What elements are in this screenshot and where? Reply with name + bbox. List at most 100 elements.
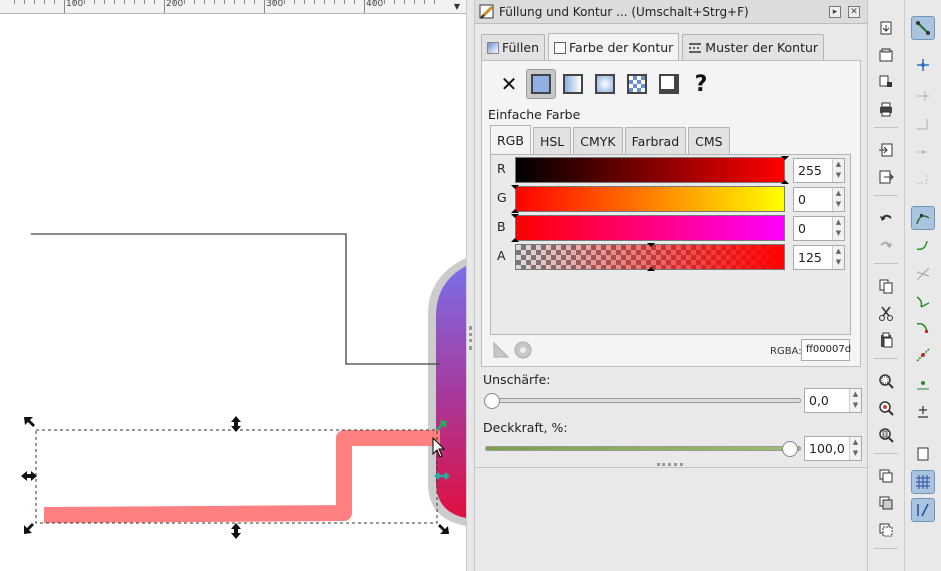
snap-rotation-center-icon[interactable] [911, 399, 935, 423]
import-icon[interactable] [874, 16, 898, 40]
tab-farbrad[interactable]: Farbrad [624, 127, 687, 154]
tab-stroke-style[interactable]: Muster der Kontur [682, 34, 825, 60]
g-slider[interactable] [515, 186, 785, 212]
dock-resize-handle[interactable] [466, 0, 474, 571]
snap-paths-icon[interactable] [911, 233, 935, 257]
ruler-tick [164, 0, 165, 13]
rgba-label: RGBA: [770, 346, 802, 357]
panel-separator[interactable] [475, 463, 868, 471]
blur-slider-knob[interactable] [484, 393, 500, 409]
snap-bbox-icon[interactable] [911, 53, 935, 77]
tab-hsl[interactable]: HSL [532, 127, 572, 154]
ruler-tick [264, 0, 265, 13]
zoom-selection-icon[interactable] [874, 369, 898, 393]
gradient-shape[interactable] [436, 266, 466, 518]
opacity-slider[interactable] [485, 446, 801, 451]
snap-page-border-icon[interactable] [911, 442, 935, 466]
zoom-drawing-icon[interactable] [874, 396, 898, 420]
print-icon[interactable] [874, 97, 898, 121]
snap-guides-icon[interactable] [911, 498, 935, 522]
slider-row-a: A 125 ▲ ▼ [497, 243, 847, 271]
r-slider[interactable] [515, 157, 785, 183]
tab-stroke-paint-label: Farbe der Kontur [569, 40, 674, 55]
snap-intersection-icon[interactable] [911, 262, 935, 286]
paint-pattern-button[interactable] [622, 69, 652, 99]
unlink-clone-icon[interactable] [874, 518, 898, 542]
r-slider-marker-bottom [781, 180, 789, 184]
tab-cmyk[interactable]: CMYK [573, 127, 623, 154]
zoom-page-icon[interactable] [874, 423, 898, 447]
fill-icon [487, 41, 499, 54]
selected-red-path[interactable] [43, 430, 440, 523]
snap-bar [905, 0, 941, 571]
resize-handle-s-icon [231, 523, 241, 539]
color-managed-icon[interactable] [514, 341, 532, 359]
opacity-label: Deckkraft, %: [483, 420, 568, 435]
paste-icon[interactable] [874, 328, 898, 352]
resize-handle-w-icon [21, 471, 37, 481]
black-path[interactable] [31, 233, 440, 365]
close-icon[interactable]: ✕ [848, 5, 860, 18]
snap-smooth-icon[interactable] [911, 316, 935, 340]
g-value-input[interactable]: 0 ▲ ▼ [793, 187, 845, 212]
opacity-slider-knob[interactable] [782, 441, 798, 457]
duplicate-icon[interactable] [874, 464, 898, 488]
paint-linear-button[interactable] [558, 69, 588, 99]
dialog-titlebar: Füllung und Kontur ... (Umschalt+Strg+F)… [475, 0, 867, 24]
channel-label-b: B [497, 219, 506, 234]
rgba-input[interactable]: ff00007d [801, 339, 851, 361]
snap-object-center-icon[interactable] [911, 371, 935, 395]
tab-cms[interactable]: CMS [688, 127, 730, 154]
import-file-icon[interactable] [874, 138, 898, 162]
paint-flat-button[interactable] [526, 69, 556, 99]
a-slider-marker-bottom [647, 267, 655, 271]
export-icon[interactable] [874, 165, 898, 189]
paint-swatch-button[interactable] [654, 69, 684, 99]
undo-icon[interactable] [874, 206, 898, 230]
drawing-canvas[interactable] [0, 14, 466, 571]
b-value-input[interactable]: 0 ▲ ▼ [793, 216, 845, 241]
tab-stroke-paint[interactable]: Farbe der Kontur [548, 33, 680, 61]
r-value-input[interactable]: 255 ▲ ▼ [793, 158, 845, 183]
snap-bbox-corner-icon[interactable] [911, 113, 935, 137]
snap-bbox-edge-icon[interactable] [911, 84, 935, 108]
r-slider-marker-top [781, 156, 789, 160]
a-value-input[interactable]: 125 ▲ ▼ [793, 245, 845, 270]
g-slider-marker-bottom [511, 209, 519, 213]
copy-icon[interactable] [874, 274, 898, 298]
tab-fill-label: Füllen [502, 40, 539, 55]
channel-label-r: R [497, 161, 506, 176]
tab-rgb[interactable]: RGB [490, 125, 531, 154]
print-preview-icon[interactable] [874, 70, 898, 94]
b-slider[interactable] [515, 215, 785, 241]
paint-radial-button[interactable] [590, 69, 620, 99]
ruler-arrow-icon: ▼ [453, 2, 460, 11]
blur-slider[interactable] [485, 398, 801, 403]
fill-stroke-icon [479, 4, 494, 19]
redo-icon[interactable] [874, 233, 898, 257]
radial-gradient-icon [595, 74, 615, 94]
open-recent-icon[interactable] [874, 43, 898, 67]
cut-icon[interactable] [874, 301, 898, 325]
resize-handle-sw-icon [24, 523, 34, 534]
snap-bbox-midpoint-icon[interactable] [911, 140, 935, 164]
snap-nodes-icon[interactable] [911, 206, 935, 230]
paint-unset-button[interactable]: ? [686, 69, 716, 99]
g-slider-marker-top [511, 185, 519, 189]
snap-midpoints-icon[interactable] [911, 343, 935, 367]
stroke-paint-content: ✕ ? Einfache Farbe RGB HSL CMYK Farbrad … [481, 60, 861, 367]
blur-value-input[interactable]: 0,0 ▲ ▼ [804, 388, 862, 413]
dock-toggle-icon[interactable]: ▸ [829, 5, 841, 18]
unset-icon: ? [694, 71, 708, 97]
snap-bbox-center-icon[interactable] [911, 167, 935, 191]
fill-stroke-dialog: Füllung und Kontur ... (Umschalt+Strg+F)… [474, 0, 868, 571]
stroke-style-icon [689, 42, 702, 53]
color-picker-icon[interactable] [492, 341, 510, 359]
paint-none-button[interactable]: ✕ [494, 69, 524, 99]
snap-toggle-icon[interactable] [911, 16, 935, 40]
clone-icon[interactable] [874, 491, 898, 515]
snap-grid-icon[interactable] [911, 470, 935, 494]
tab-fill[interactable]: Füllen [481, 34, 545, 60]
snap-cusp-icon[interactable] [911, 289, 935, 313]
opacity-value-input[interactable]: 100,0 ▲ ▼ [804, 436, 862, 461]
